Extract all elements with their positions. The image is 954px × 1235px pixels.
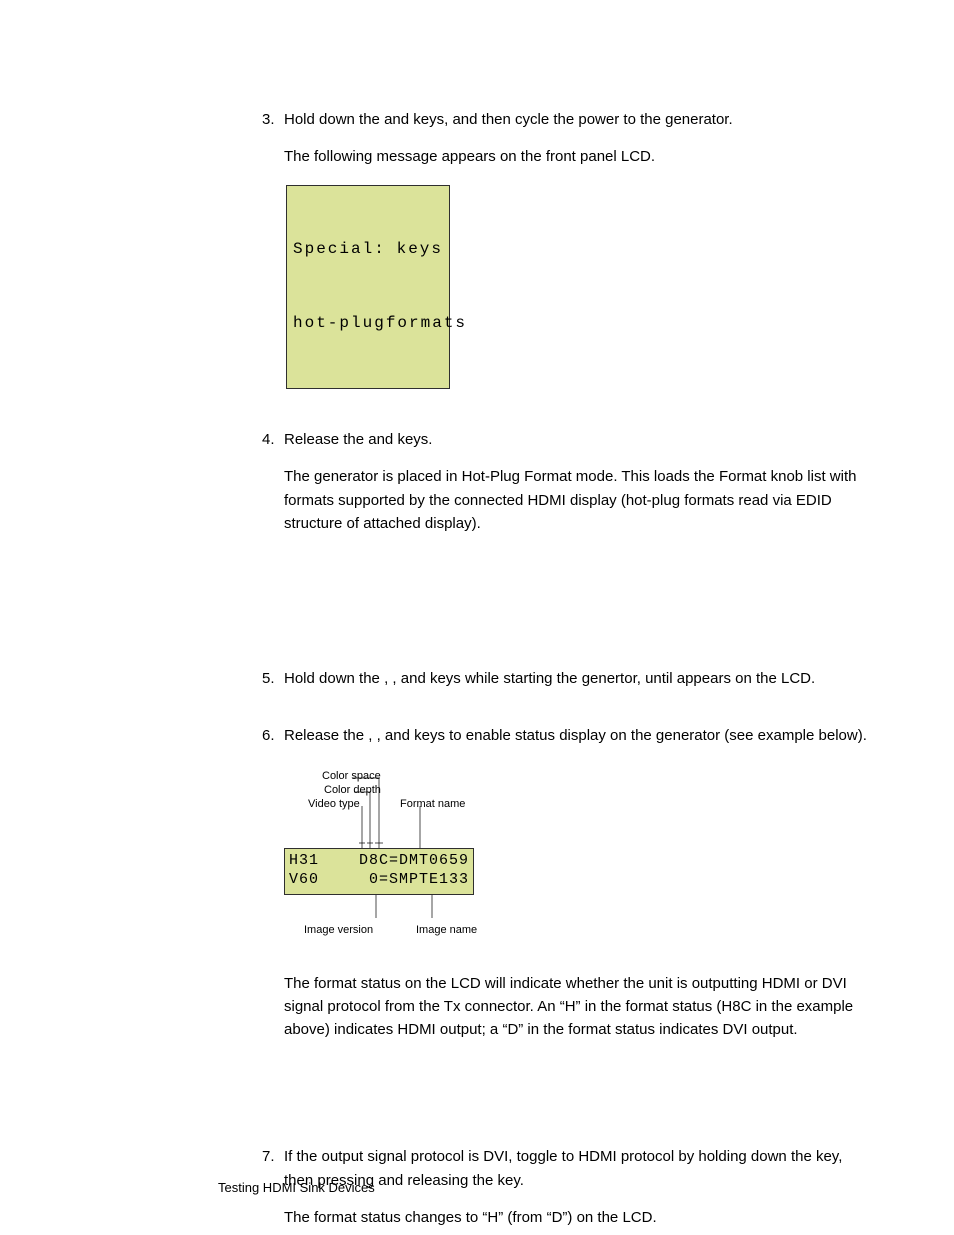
step-5: 5. Hold down the , , and keys while star… [262, 667, 874, 690]
lcd-display-status: H31D8C=DMT0659 V600=SMPTE133 [284, 848, 474, 895]
step-number: 7. [262, 1145, 275, 1168]
step-number: 5. [262, 667, 275, 690]
step-3: 3. Hold down the and keys, and then cycl… [262, 108, 874, 402]
step-text: Release the and keys. [284, 431, 432, 448]
page-footer: Testing HDMI Sink Devices [218, 1180, 375, 1195]
lcd-diagram: Color space Color depth Video type Forma… [284, 768, 524, 948]
step-subtext: The following message appears on the fro… [284, 145, 874, 168]
step-text: Release the , , and keys to enable statu… [284, 727, 867, 744]
step-4: 4. Release the and keys. The generator i… [262, 428, 874, 535]
step-6: 6. Release the , , and keys to enable st… [262, 724, 874, 1041]
step-text: Hold down the and keys, and then cycle t… [284, 111, 733, 128]
step-number: 3. [262, 108, 275, 131]
step-text: Hold down the , , and keys while startin… [284, 670, 815, 687]
lcd-display: Special: keys hot-plug formats [284, 183, 452, 391]
step-subtext: The format status changes to “H” (from “… [284, 1206, 874, 1229]
step-number: 6. [262, 724, 275, 747]
step-number: 4. [262, 428, 275, 451]
step-para: The generator is placed in Hot-Plug Form… [284, 465, 874, 535]
step-para: The format status on the LCD will indica… [284, 972, 874, 1042]
